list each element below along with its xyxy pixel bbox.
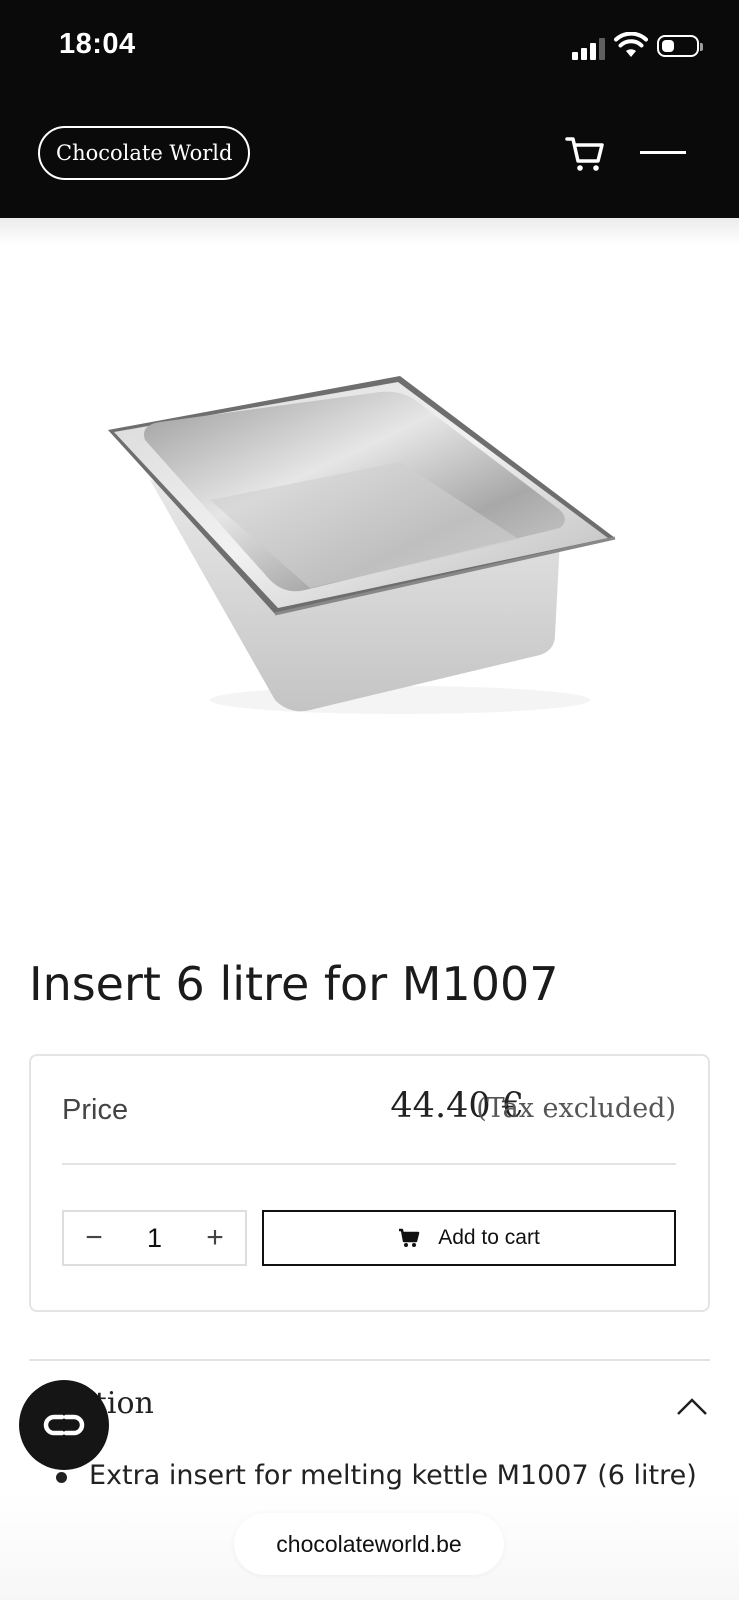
status-time: 18:04 [59, 28, 136, 60]
cart-icon[interactable] [565, 134, 605, 174]
divider [62, 1163, 676, 1165]
header-shadow [0, 218, 739, 246]
wifi-icon [614, 32, 648, 57]
purchase-panel: Price 44.40 € (Tax excluded) − 1 + Add t… [29, 1054, 710, 1312]
add-to-cart-button[interactable]: Add to cart [262, 1210, 676, 1266]
battery-icon [657, 35, 703, 57]
brand-logo-button[interactable]: Chocolate World [38, 126, 251, 180]
cellular-signal-icon [572, 36, 606, 60]
product-image[interactable] [100, 370, 640, 730]
top-header: 18:04 Chocolate World [0, 0, 739, 218]
product-title: Insert 6 litre for M1007 [29, 957, 559, 1011]
add-to-cart-label: Add to cart [438, 1226, 540, 1249]
menu-icon[interactable] [640, 151, 686, 154]
quantity-stepper: − 1 + [62, 1210, 247, 1266]
bullet [56, 1472, 67, 1483]
increment-button[interactable]: + [185, 1221, 245, 1255]
tax-note: (Tax excluded) [476, 1093, 676, 1124]
list-item: Extra insert for melting kettle M1007 (6… [0, 1458, 739, 1490]
url-bar[interactable]: chocolateworld.be [234, 1513, 504, 1575]
chevron-up-icon[interactable] [676, 1396, 708, 1416]
price-label: Price [62, 1094, 129, 1126]
cart-icon [399, 1228, 420, 1247]
description-text: Extra insert for melting kettle M1007 (6… [89, 1460, 697, 1490]
decrement-button[interactable]: − [64, 1221, 124, 1255]
chat-button[interactable] [19, 1380, 109, 1470]
quantity-input[interactable]: 1 [124, 1223, 185, 1254]
divider [29, 1359, 710, 1361]
chat-loop-icon [43, 1414, 85, 1436]
